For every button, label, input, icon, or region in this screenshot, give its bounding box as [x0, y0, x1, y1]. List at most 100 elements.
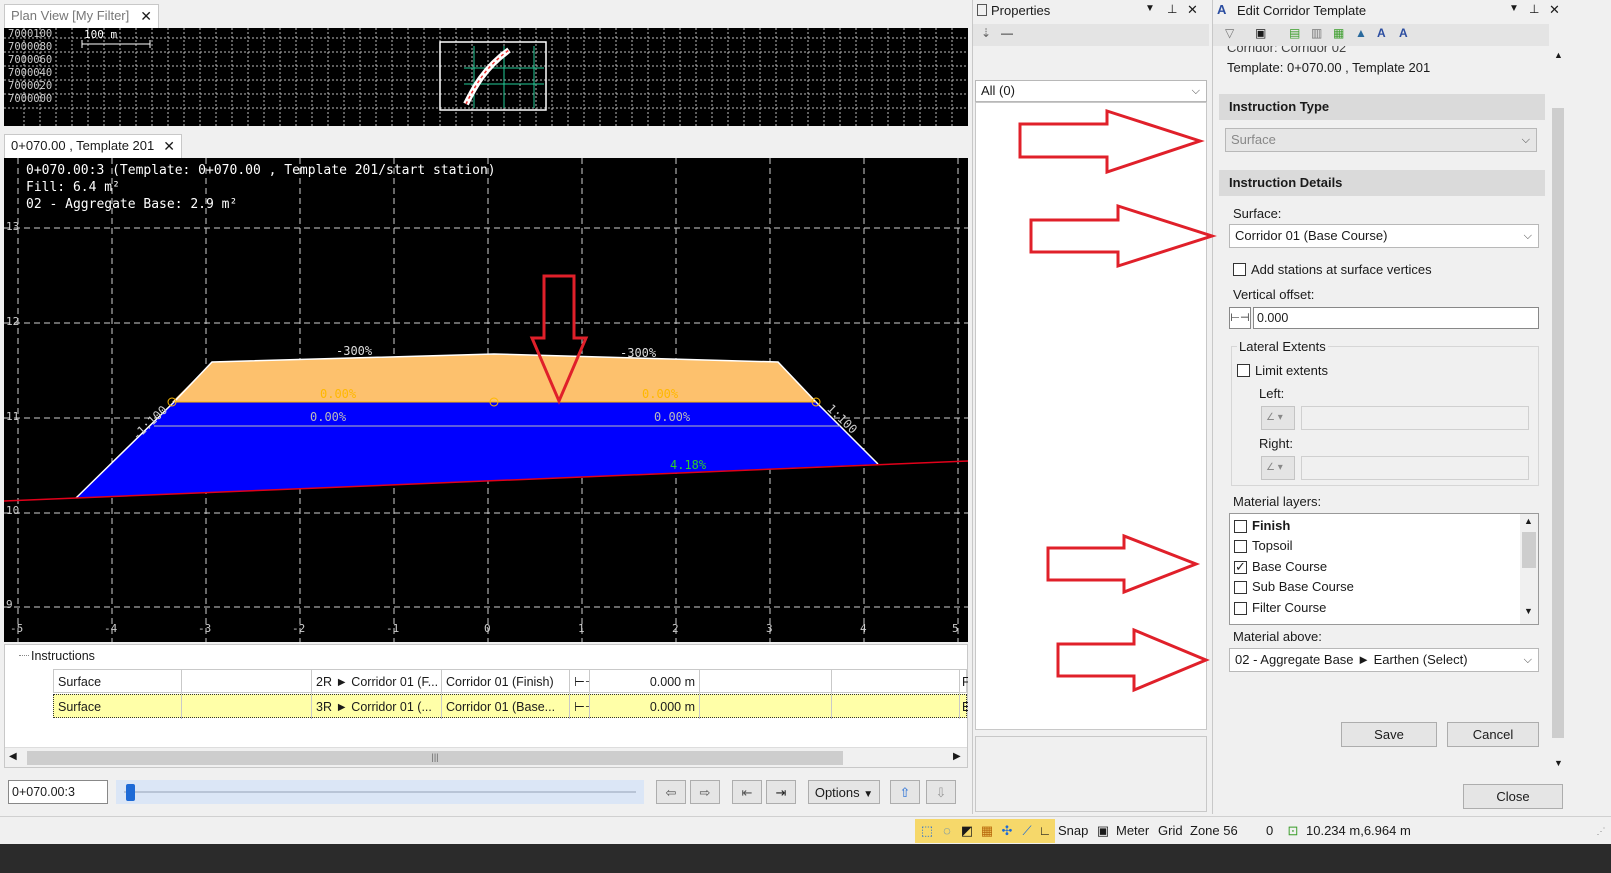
table-row[interactable]: Surface 2R ► Corridor 01 (F... Corridor …	[53, 669, 968, 694]
grid-label[interactable]: Grid	[1158, 817, 1183, 845]
select-icon[interactable]: ⬚	[918, 817, 936, 845]
minus-icon[interactable]: —	[1001, 26, 1013, 40]
scroll-thumb[interactable]	[1552, 108, 1564, 738]
add-icon[interactable]: ▤	[1289, 26, 1300, 40]
resize-grip-icon[interactable]: ⋰	[1594, 817, 1608, 845]
list-item[interactable]: Topsoil	[1232, 537, 1518, 557]
close-icon[interactable]: ✕	[1187, 2, 1198, 18]
lateral-extents-label: Lateral Extents	[1237, 339, 1328, 354]
instructions-header: Instructions	[31, 649, 95, 663]
layer-checkbox[interactable]	[1234, 540, 1247, 553]
instruction-type-select[interactable]: Surface ⌵	[1225, 128, 1537, 152]
station-input[interactable]: 0+070.00:3	[8, 780, 108, 804]
right-mode-button[interactable]: ∠ ▾	[1261, 456, 1295, 480]
properties-list[interactable]	[975, 102, 1207, 730]
text-icon[interactable]: A	[1377, 26, 1386, 40]
layer-label: Finish	[1252, 518, 1291, 533]
layer-checkbox[interactable]	[1234, 581, 1247, 594]
scroll-up-icon[interactable]: ▲	[1554, 50, 1563, 60]
add-stations-checkbox[interactable]	[1233, 263, 1246, 276]
x-tick: 2	[672, 622, 679, 635]
save-button[interactable]: Save	[1341, 722, 1437, 747]
list-item[interactable]: Sub Base Course	[1232, 578, 1518, 598]
layer-checkbox[interactable]	[1234, 520, 1247, 533]
tab-section-view[interactable]: 0+070.00 , Template 201 ✕	[4, 134, 182, 158]
text-alt-icon[interactable]: A	[1399, 26, 1408, 40]
scroll-thumb[interactable]: |||	[27, 751, 843, 765]
cell-value: 0.000 m	[590, 670, 700, 694]
prev-icon[interactable]: ⇦	[656, 780, 686, 804]
scroll-down-icon[interactable]: ▼	[1524, 606, 1533, 616]
left-mode-button[interactable]: ∠ ▾	[1261, 406, 1295, 430]
filter-icon[interactable]: ▽	[1225, 26, 1234, 40]
right-extent-input[interactable]	[1301, 456, 1529, 480]
pin-icon[interactable]: ⊥	[1167, 2, 1177, 16]
up-icon[interactable]: ⇧	[890, 780, 920, 804]
cell-col3: 3R ► Corridor 01 (...	[312, 695, 442, 719]
snap-label[interactable]: Snap	[1058, 817, 1088, 845]
properties-title: Properties	[991, 3, 1051, 18]
close-icon[interactable]: ✕	[1549, 2, 1560, 18]
vertical-offset-input[interactable]: 0.000	[1253, 307, 1539, 329]
tab-plan-view[interactable]: Plan View [My Filter] ✕	[4, 4, 159, 28]
plan-view-canvas[interactable]: 100 m 7000100 7000080 7000060 7000040 70…	[4, 28, 968, 126]
scroll-thumb[interactable]	[1522, 532, 1536, 568]
station-slider[interactable]	[116, 780, 644, 804]
pin-icon[interactable]: ⊥	[1529, 2, 1539, 16]
table-row-selected[interactable]: Surface 3R ► Corridor 01 (... Corridor 0…	[53, 694, 968, 719]
plan-y-labels: 7000100 7000080 7000060 7000040 7000020 …	[8, 28, 52, 106]
x-tick-labels: -5 -4 -3 -2 -1 0 1 2 3 4 5	[4, 622, 968, 638]
cell-col2	[182, 670, 312, 694]
last-station-icon[interactable]: ⇥	[766, 780, 796, 804]
list-scrollbar[interactable]: ▲ ▼	[1520, 514, 1538, 624]
right-label: Right:	[1259, 436, 1293, 451]
angle-icon[interactable]: ∟	[1036, 817, 1054, 845]
view-icon[interactable]: ▣	[1255, 26, 1266, 40]
first-station-icon[interactable]: ⇤	[732, 780, 762, 804]
layer-icon[interactable]: ▦	[1333, 26, 1344, 40]
properties-filter-select[interactable]: All (0) ⌵	[975, 80, 1207, 102]
close-icon[interactable]: ✕	[140, 5, 152, 27]
lasso-icon[interactable]: ◌	[938, 817, 956, 845]
vertical-scrollbar[interactable]: ▲ ▼	[1549, 46, 1567, 776]
surface-icon[interactable]: ▲	[1355, 26, 1367, 40]
material-layers-list[interactable]: Finish Topsoil Base Course Sub Base Cour…	[1229, 513, 1539, 625]
template-toolbar: ▽ ▣ ▤ ▥ ▦ ▲ A A	[1213, 24, 1549, 46]
limit-extents-checkbox[interactable]	[1237, 364, 1250, 377]
snap-icon[interactable]: ✣	[998, 817, 1016, 845]
units-label[interactable]: Meter	[1116, 817, 1149, 845]
slope-label: 4.18%	[670, 458, 707, 472]
close-button[interactable]: Close	[1463, 784, 1563, 809]
x-tick: 3	[766, 622, 773, 635]
sort-icon[interactable]: ⇣	[981, 26, 991, 40]
left-extent-input[interactable]	[1301, 406, 1529, 430]
material-above-select[interactable]: 02 - Aggregate Base ► Earthen (Select) ⌵	[1229, 648, 1539, 672]
layer-checkbox[interactable]	[1234, 602, 1247, 615]
cancel-button[interactable]: Cancel	[1447, 722, 1539, 747]
section-view-canvas[interactable]: 0+070.00:3 (Template: 0+070.00 , Templat…	[4, 158, 968, 642]
window-icon[interactable]: ◩	[958, 817, 976, 845]
list-item[interactable]: Finish	[1232, 517, 1518, 537]
close-icon[interactable]: ✕	[163, 135, 175, 157]
layer-checkbox[interactable]	[1234, 559, 1247, 575]
scroll-up-icon[interactable]: ▲	[1524, 516, 1533, 526]
down-icon[interactable]: ⇩	[926, 780, 956, 804]
zone-label[interactable]: Zone 56	[1190, 817, 1238, 845]
scroll-left-icon[interactable]: ◀	[9, 751, 17, 762]
list-item[interactable]: Base Course	[1232, 558, 1518, 578]
scroll-down-icon[interactable]: ▼	[1554, 758, 1563, 768]
next-icon[interactable]: ⇨	[690, 780, 720, 804]
options-button[interactable]: Options ▼	[808, 780, 880, 804]
grid-icon[interactable]: ▦	[978, 817, 996, 845]
edit-icon[interactable]: ▥	[1311, 26, 1322, 40]
horizontal-scrollbar[interactable]: ◀ ||| ▶	[5, 747, 967, 767]
slider-handle[interactable]	[126, 784, 135, 801]
chevron-down-icon[interactable]: ▼	[1145, 3, 1155, 14]
ortho-icon[interactable]: ⟋	[1018, 817, 1036, 845]
list-item[interactable]: Filter Course	[1232, 599, 1518, 619]
slope-label: 0.00%	[642, 387, 679, 401]
chevron-down-icon[interactable]: ▼	[1509, 3, 1519, 14]
surface-select[interactable]: Corridor 01 (Base Course) ⌵	[1229, 224, 1539, 248]
scroll-right-icon[interactable]: ▶	[953, 751, 961, 762]
template-line: Template: 0+070.00 , Template 201	[1227, 60, 1431, 75]
